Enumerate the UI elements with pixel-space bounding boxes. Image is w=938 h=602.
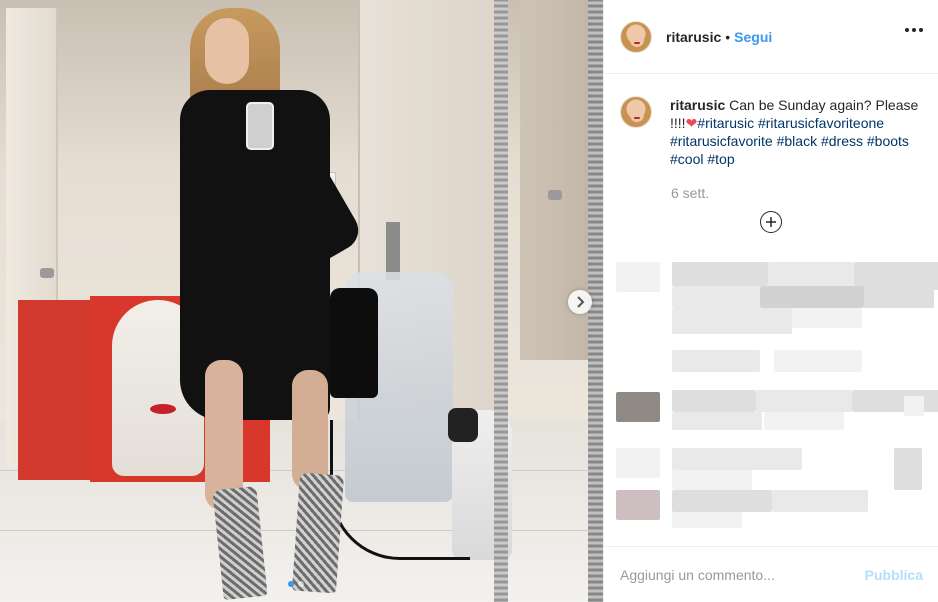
more-options-icon[interactable] (905, 28, 923, 32)
username-link[interactable]: ritarusic (666, 29, 721, 45)
comment-bar: Pubblica (604, 546, 938, 602)
post-timestamp[interactable]: 6 sett. (671, 185, 709, 201)
post-header: ritarusic • Segui (604, 0, 938, 74)
studded-boot (291, 472, 345, 594)
door-knob (40, 268, 54, 278)
hashtag-link[interactable]: #cool (670, 151, 703, 167)
poster-lips (150, 404, 176, 414)
hashtag-link[interactable]: #ritarusicfavorite (670, 133, 773, 149)
chevron-right-icon[interactable] (568, 290, 592, 314)
woman-face (205, 18, 249, 84)
caption-username[interactable]: ritarusic (670, 97, 725, 113)
dog-leash (330, 420, 470, 560)
post-photo[interactable] (0, 0, 603, 602)
separator-dot: • (725, 28, 731, 45)
post-sidebar: ritarusic • Segui ritarusic Can be Sunda… (603, 0, 938, 602)
carousel-indicator (288, 581, 304, 587)
avatar[interactable] (620, 20, 652, 53)
caption: ritarusic Can be Sunday again? Please !!… (620, 96, 925, 168)
phone (246, 102, 274, 150)
door-knob (548, 190, 562, 200)
caption-text: ritarusic Can be Sunday again? Please !!… (670, 96, 925, 168)
plus-circle-icon[interactable] (760, 211, 782, 233)
hashtag-link[interactable]: #top (707, 151, 734, 167)
hashtag-link[interactable]: #ritarusic (697, 115, 754, 131)
hashtag-link[interactable]: #black (777, 133, 817, 149)
woman-leg (292, 370, 328, 490)
avatar[interactable] (620, 96, 652, 128)
heart-emoji: ❤ (685, 115, 698, 131)
hashtag-link[interactable]: #dress (821, 133, 863, 149)
hashtag-link[interactable]: #ritarusicfavoriteone (758, 115, 884, 131)
publish-button[interactable]: Pubblica (865, 567, 923, 583)
carousel-dot-active (288, 581, 294, 587)
carousel-dot (298, 581, 304, 587)
follow-button[interactable]: Segui (734, 29, 772, 45)
mirror-frame (494, 0, 508, 602)
hashtag-link[interactable]: #boots (867, 133, 909, 149)
handbag (330, 288, 378, 398)
comment-input[interactable] (620, 566, 865, 583)
